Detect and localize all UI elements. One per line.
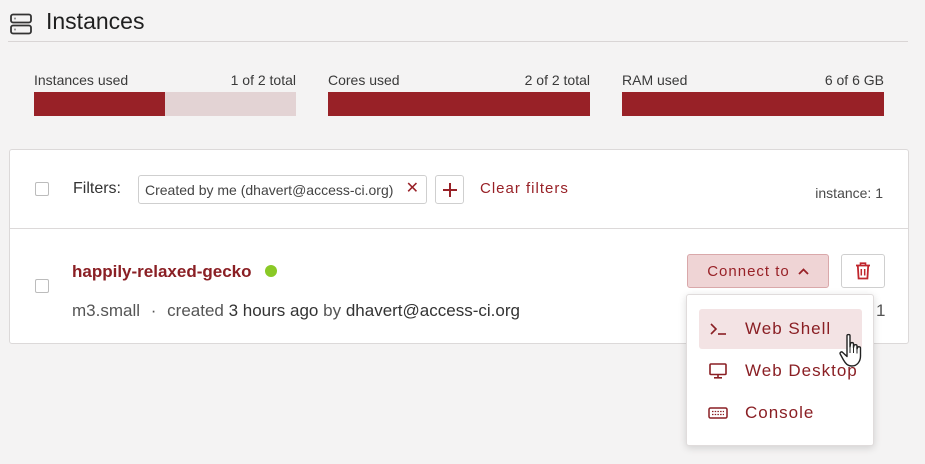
plus-icon — [442, 182, 457, 197]
cores-usage: Cores used 2 of 2 total — [328, 72, 590, 116]
instance-flavor: m3.small — [72, 301, 141, 320]
row-divider — [10, 228, 908, 229]
instance-meta: m3.small · created 3 hours ago by dhaver… — [72, 301, 520, 321]
filter-chip: Created by me (dhavert@access-ci.org) ✕ — [138, 175, 427, 204]
connect-to-label: Connect to — [707, 262, 790, 280]
usage-bar-fill — [328, 92, 590, 116]
created-time: 3 hours ago — [228, 301, 319, 320]
clear-filters-link[interactable]: Clear filters — [480, 180, 569, 197]
usage-bar — [34, 92, 296, 116]
menu-item-label: Console — [745, 403, 815, 422]
usage-value: 6 of 6 GB — [824, 72, 884, 88]
connect-dropdown-menu: Web Shell Web Desktop Console — [686, 294, 874, 446]
usage-value: 1 of 2 total — [230, 72, 296, 88]
status-indicator — [265, 265, 277, 277]
row-trailing-value: 1 — [876, 301, 886, 320]
instance-owner: dhavert@access-ci.org — [345, 301, 520, 320]
page-title: Instances — [46, 8, 145, 34]
chevron-up-icon — [798, 267, 809, 275]
usage-bar-fill — [34, 92, 165, 116]
instance-name-link[interactable]: happily-relaxed-gecko — [72, 262, 252, 282]
menu-item-label: Web Shell — [745, 319, 832, 338]
add-filter-button[interactable] — [435, 175, 464, 204]
usage-bar-fill — [622, 92, 884, 116]
instances-usage: Instances used 1 of 2 total — [34, 72, 296, 116]
by-word: by — [323, 301, 342, 320]
keyboard-icon — [708, 407, 728, 419]
usage-label: Instances used — [34, 72, 129, 88]
monitor-icon — [709, 363, 727, 379]
meta-separator: · — [150, 301, 157, 320]
ram-usage: RAM used 6 of 6 GB — [622, 72, 884, 116]
usage-bar — [622, 92, 884, 116]
page-header: Instances — [8, 6, 908, 42]
trash-icon — [856, 262, 870, 280]
usage-label: Cores used — [328, 72, 400, 88]
connect-to-button[interactable]: Connect to — [687, 254, 829, 288]
filter-chip-label: Created by me (dhavert@access-ci.org) — [145, 181, 394, 198]
hand-pointer-icon — [839, 333, 862, 367]
delete-instance-button[interactable] — [841, 254, 885, 288]
menu-item-console[interactable]: Console — [699, 393, 862, 433]
server-icon — [10, 13, 32, 34]
remove-filter-icon[interactable]: ✕ — [406, 181, 419, 197]
usage-label: RAM used — [622, 72, 688, 88]
row-checkbox[interactable] — [35, 279, 49, 293]
usage-bar — [328, 92, 590, 116]
usage-value: 2 of 2 total — [524, 72, 590, 88]
instance-count: instance: 1 — [815, 185, 883, 201]
filters-label: Filters: — [73, 180, 121, 197]
select-all-checkbox[interactable] — [35, 182, 49, 196]
terminal-icon — [710, 323, 726, 335]
created-prefix: created — [167, 301, 224, 320]
